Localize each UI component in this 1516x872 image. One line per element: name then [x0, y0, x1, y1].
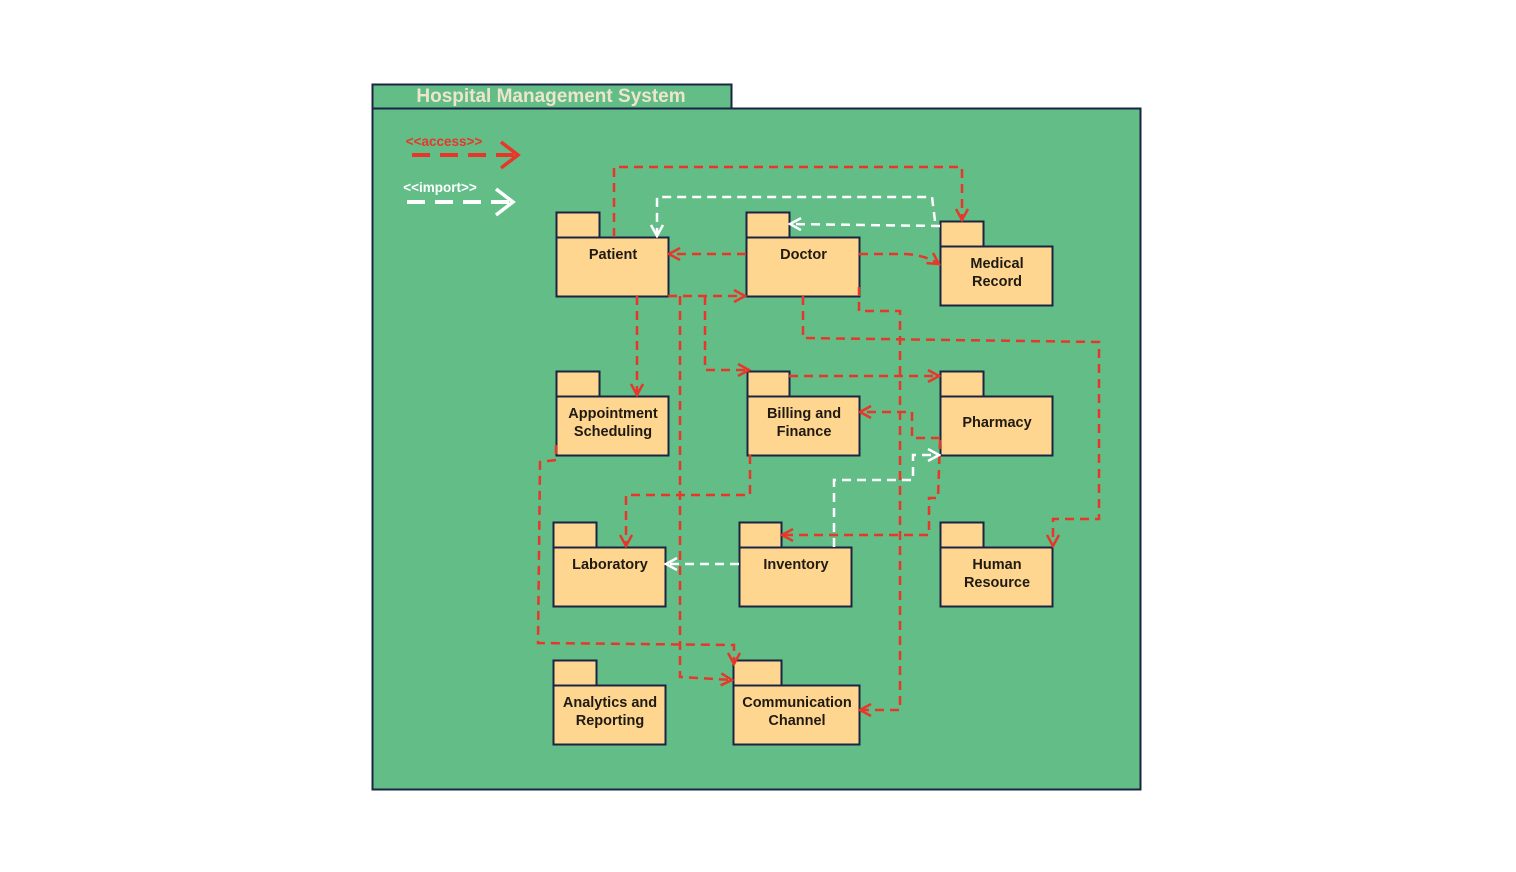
- package-label: Laboratory: [572, 557, 648, 573]
- package-label: Channel: [768, 713, 825, 729]
- package-label: Billing and: [767, 406, 841, 422]
- package-label: Appointment: [568, 406, 658, 422]
- package-label: Patient: [589, 247, 638, 263]
- package-label: Finance: [777, 424, 832, 440]
- package-tab: [745, 211, 791, 239]
- package-label: Analytics and: [563, 695, 657, 711]
- package-label: Scheduling: [574, 424, 652, 440]
- package-tab: [738, 521, 783, 549]
- frame-title: Hospital Management System: [416, 86, 685, 107]
- package-label: Inventory: [763, 557, 828, 573]
- package-label: Resource: [964, 575, 1030, 591]
- legend-import-label: <<import>>: [403, 180, 477, 195]
- package-label: Doctor: [780, 247, 827, 263]
- package-tab: [555, 370, 601, 398]
- package-tab: [939, 370, 985, 398]
- package-label: Record: [972, 274, 1022, 290]
- package-tab: [552, 659, 598, 687]
- package-diagram: Hospital Management System <<access>> <<…: [371, 83, 1142, 791]
- package-tab: [746, 370, 791, 398]
- package-tab: [732, 659, 783, 687]
- package-label: Human: [972, 557, 1021, 573]
- package-tab: [555, 211, 601, 239]
- package-tab: [939, 220, 985, 248]
- package-label: Reporting: [576, 713, 644, 729]
- legend-access-label: <<access>>: [406, 134, 483, 149]
- package-label: Communication: [742, 695, 852, 711]
- package-label: Pharmacy: [962, 415, 1031, 431]
- package-label: Medical: [970, 256, 1023, 272]
- package-tab: [552, 521, 598, 549]
- package-tab: [939, 521, 985, 549]
